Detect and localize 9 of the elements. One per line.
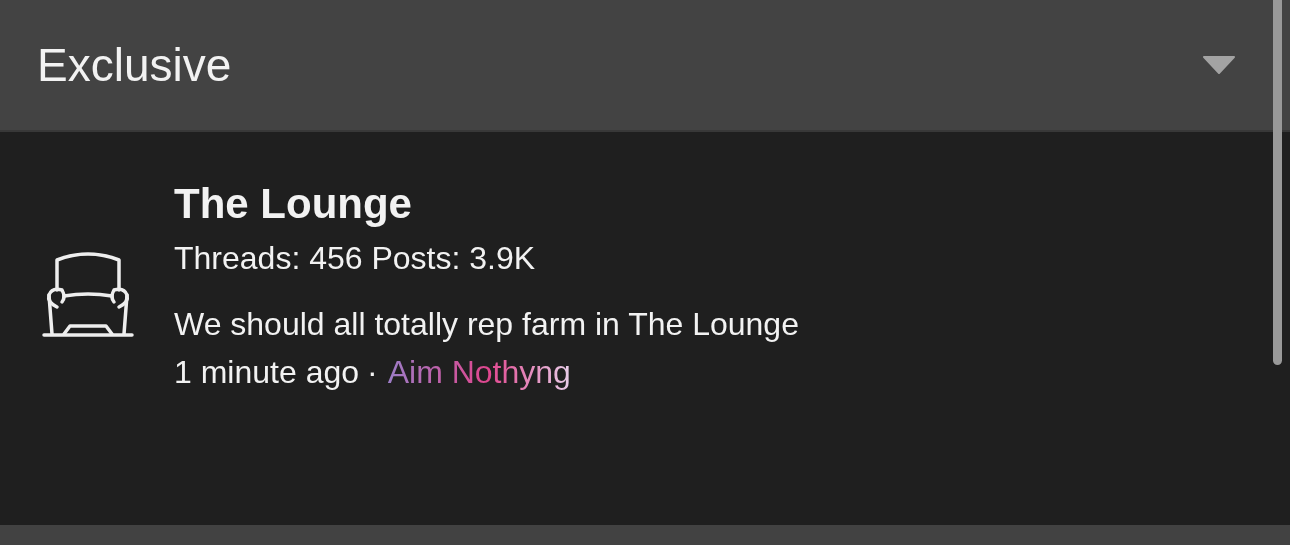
separator: · [367,353,378,392]
post-time: 1 minute ago [174,353,359,392]
section-title: Exclusive [37,38,232,92]
latest-post-title[interactable]: We should all totally rep farm in The Lounge [174,306,799,342]
scrollbar[interactable] [1273,0,1282,365]
forum-title[interactable]: The Lounge [174,176,799,232]
caret-icon[interactable] [1202,56,1236,74]
section-header[interactable]: Exclusive [0,0,1290,132]
forum-stats: Threads: 456 Posts: 3.9K [174,240,537,276]
